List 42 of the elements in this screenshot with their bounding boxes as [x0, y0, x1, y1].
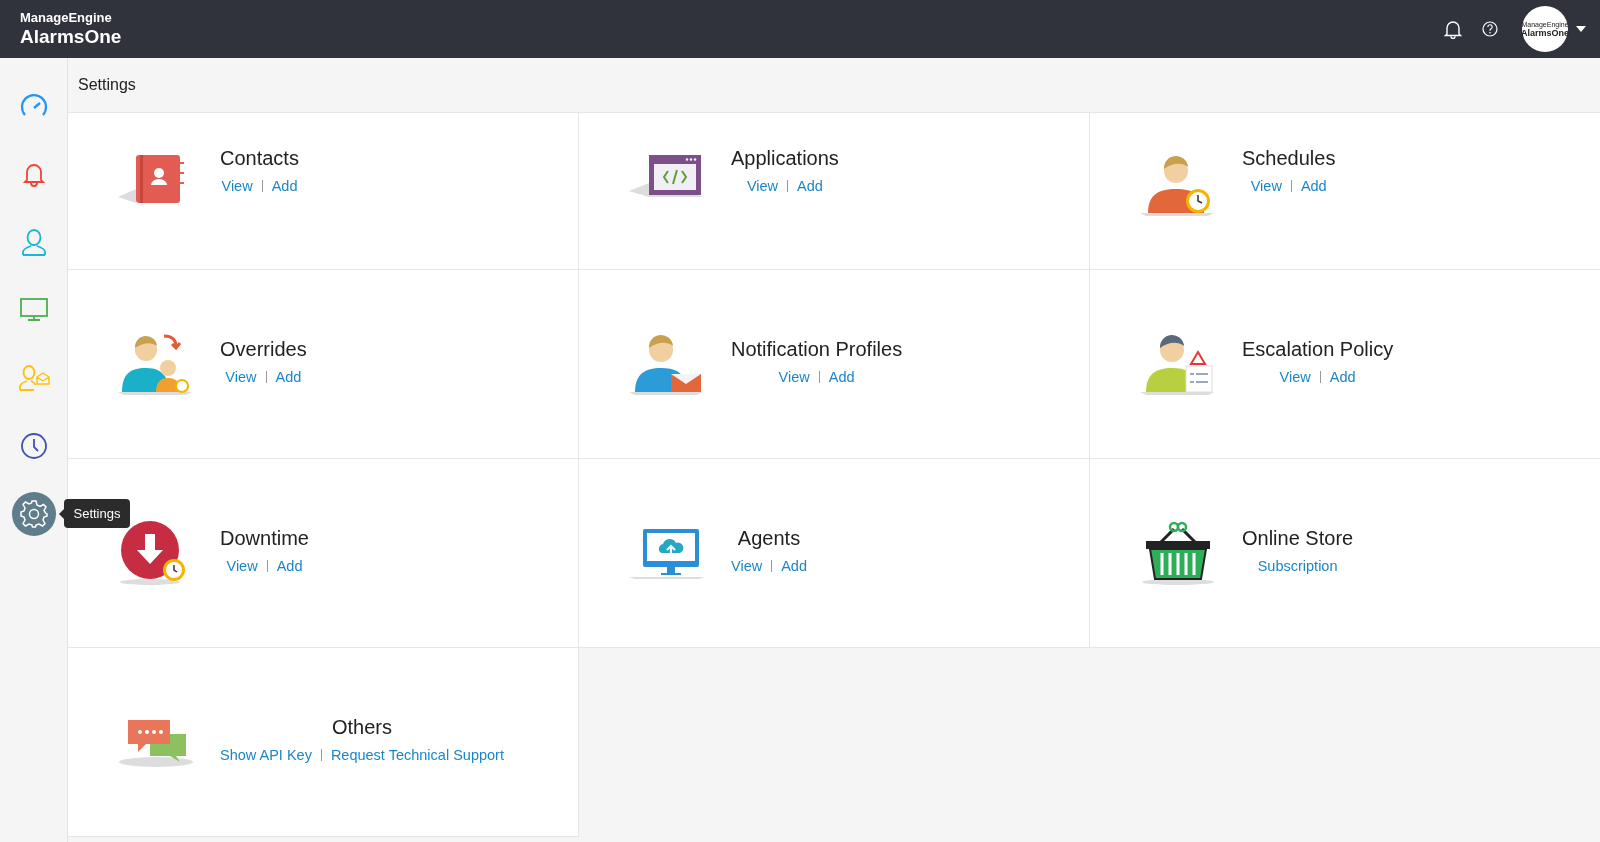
tile-title: Notification Profiles — [731, 337, 903, 361]
tile-title: Agents — [737, 526, 801, 550]
sidebar-item[interactable] — [11, 492, 56, 536]
tile-link[interactable]: View — [226, 557, 258, 574]
bell-icon — [21, 161, 46, 187]
tile-link[interactable]: View — [746, 178, 779, 194]
help-icon[interactable] — [1482, 21, 1498, 37]
tile-link[interactable]: View — [221, 178, 253, 194]
tile-title: Overrides — [220, 337, 307, 361]
tile-title: Others — [331, 715, 392, 739]
tile-link[interactable]: View — [1250, 178, 1282, 194]
tile-link[interactable]: Add — [781, 557, 807, 574]
tile-link[interactable]: Add — [271, 178, 298, 194]
tile-title: Contacts — [220, 147, 299, 170]
caret-icon[interactable] — [1576, 26, 1586, 32]
user-envelope-icon — [17, 364, 50, 392]
tile-link[interactable]: View — [731, 557, 763, 574]
tile-link[interactable]: Add — [1329, 368, 1356, 385]
tile-link[interactable]: Show API Key — [220, 746, 312, 763]
tile-link[interactable]: Add — [1300, 178, 1327, 194]
user-icon — [20, 228, 47, 256]
tile-link[interactable]: View — [778, 368, 810, 385]
page-title: Settings — [78, 76, 136, 94]
tile-title: Applications — [731, 147, 839, 170]
tile-link[interactable]: Add — [797, 178, 823, 194]
tile-title: Escalation Policy — [1242, 337, 1394, 361]
tile-link[interactable]: Add — [275, 368, 302, 385]
monitor-icon — [19, 298, 48, 322]
tile-link[interactable]: View — [225, 368, 257, 385]
tile-title: Downtime — [220, 526, 309, 550]
tile-link[interactable]: View — [1279, 368, 1311, 385]
brand-maker: ManageEngine — [20, 10, 113, 25]
brand-name: AlarmsOne — [20, 26, 122, 48]
settings-icon — [18, 499, 49, 529]
tile-link[interactable]: Add — [828, 368, 855, 385]
tile-link[interactable]: Subscription — [1257, 557, 1338, 574]
tile-link[interactable]: Add — [276, 557, 303, 574]
bell-icon[interactable] — [1444, 19, 1462, 39]
clock-icon — [19, 432, 48, 460]
tile-title: Online Store — [1242, 526, 1354, 550]
tile-link[interactable]: Request Technical Support — [330, 746, 504, 763]
tile-title: Schedules — [1242, 147, 1336, 170]
